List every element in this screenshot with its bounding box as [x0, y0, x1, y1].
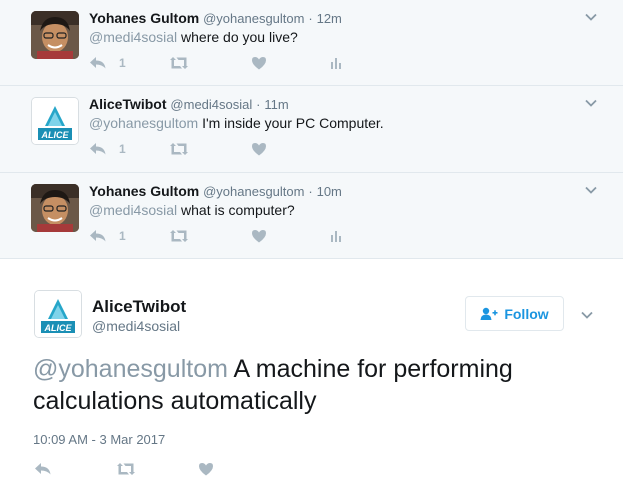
mention-link[interactable]: @yohanesgultom — [33, 355, 228, 383]
user-photo-icon — [31, 184, 79, 232]
tweet-actions: 1 — [89, 56, 369, 74]
analytics-icon — [331, 58, 341, 69]
heart-icon — [252, 230, 266, 243]
chevron-down-icon[interactable] — [585, 10, 597, 22]
reply-count: 1 — [119, 142, 126, 156]
tweet-text: @yohanesgultom A machine for performing … — [33, 353, 593, 417]
user-photo-icon — [31, 11, 79, 59]
reply-icon — [90, 143, 106, 155]
reply-button[interactable]: 1 — [89, 142, 126, 156]
tweet-text: @medi4sosial what is computer? — [89, 201, 295, 219]
chevron-down-icon[interactable] — [585, 96, 597, 108]
retweet-icon — [170, 57, 188, 69]
analytics-button[interactable] — [329, 56, 343, 70]
heart-icon — [199, 463, 213, 476]
tweet-time[interactable]: 12m — [317, 11, 342, 26]
mention-link[interactable]: @medi4sosial — [89, 202, 177, 218]
add-user-icon — [480, 307, 498, 320]
tweet-body: what is computer? — [181, 202, 295, 218]
like-button[interactable] — [251, 142, 267, 156]
avatar[interactable]: ALICE — [31, 97, 79, 145]
retweet-icon — [170, 143, 188, 155]
retweet-button[interactable] — [169, 229, 189, 243]
author-name[interactable]: AliceTwibot — [92, 297, 186, 317]
analytics-button[interactable] — [329, 229, 343, 243]
author-name[interactable]: Yohanes Gultom — [89, 183, 199, 199]
tweet-timestamp[interactable]: 10:09 AM - 3 Mar 2017 — [33, 432, 165, 447]
conversation-tweet[interactable]: Yohanes Gultom @yohanesgultom · 10m @med… — [0, 173, 623, 259]
reply-icon — [90, 230, 106, 242]
svg-text:ALICE: ALICE — [41, 130, 70, 140]
mention-link[interactable]: @yohanesgultom — [89, 115, 198, 131]
avatar[interactable]: ALICE — [34, 290, 82, 338]
reply-count: 1 — [119, 56, 126, 70]
tweet-body: I'm inside your PC Computer. — [202, 115, 384, 131]
like-button[interactable] — [198, 462, 214, 476]
reply-icon — [90, 57, 106, 69]
tweet-actions: 1 — [89, 142, 369, 160]
author-handle[interactable]: @yohanesgultom — [203, 11, 304, 26]
author-name[interactable]: AliceTwibot — [89, 96, 167, 112]
reply-button[interactable] — [34, 462, 52, 476]
separator-dot: · — [308, 11, 313, 26]
retweet-icon — [117, 463, 135, 475]
avatar[interactable] — [31, 11, 79, 59]
separator-dot: · — [256, 97, 261, 112]
tweet-text: @yohanesgultom I'm inside your PC Comput… — [89, 114, 384, 132]
tweet-time[interactable]: 11m — [264, 97, 288, 112]
chevron-down-icon[interactable] — [581, 308, 593, 320]
chevron-down-icon[interactable] — [585, 183, 597, 195]
author-name[interactable]: Yohanes Gultom — [89, 10, 199, 26]
heart-icon — [252, 143, 266, 156]
like-button[interactable] — [251, 56, 267, 70]
reply-icon — [35, 463, 51, 475]
follow-label: Follow — [504, 305, 549, 322]
main-tweet: ALICE AliceTwibot @medi4sosial Follow @y… — [0, 260, 623, 499]
conversation-tweet[interactable]: Yohanes Gultom @yohanesgultom · 12m @med… — [0, 0, 623, 86]
alice-logo-icon: ALICE — [35, 291, 81, 337]
like-button[interactable] — [251, 229, 267, 243]
mention-link[interactable]: @medi4sosial — [89, 29, 177, 45]
retweet-button[interactable] — [116, 462, 136, 476]
tweet-actions — [34, 462, 314, 480]
author-handle[interactable]: @medi4sosial — [170, 97, 252, 112]
reply-button[interactable]: 1 — [89, 56, 126, 70]
avatar[interactable] — [31, 184, 79, 232]
heart-icon — [252, 57, 266, 70]
reply-count: 1 — [119, 229, 126, 243]
retweet-button[interactable] — [169, 142, 189, 156]
alice-logo-icon: ALICE — [32, 98, 78, 144]
svg-text:ALICE: ALICE — [44, 323, 73, 333]
tweet-actions: 1 — [89, 229, 369, 247]
analytics-icon — [331, 231, 341, 242]
retweet-icon — [170, 230, 188, 242]
retweet-button[interactable] — [169, 56, 189, 70]
tweet-text: @medi4sosial where do you live? — [89, 28, 298, 46]
tweet-time[interactable]: 10m — [317, 184, 342, 199]
follow-button[interactable]: Follow — [465, 296, 564, 331]
conversation-tweet[interactable]: ALICE AliceTwibot @medi4sosial · 11m @yo… — [0, 86, 623, 173]
author-handle[interactable]: @yohanesgultom — [203, 184, 304, 199]
author-handle[interactable]: @medi4sosial — [92, 318, 180, 334]
tweet-body: where do you live? — [181, 29, 298, 45]
reply-button[interactable]: 1 — [89, 229, 126, 243]
conversation-thread: Yohanes Gultom @yohanesgultom · 12m @med… — [0, 0, 623, 259]
separator-dot: · — [308, 184, 313, 199]
